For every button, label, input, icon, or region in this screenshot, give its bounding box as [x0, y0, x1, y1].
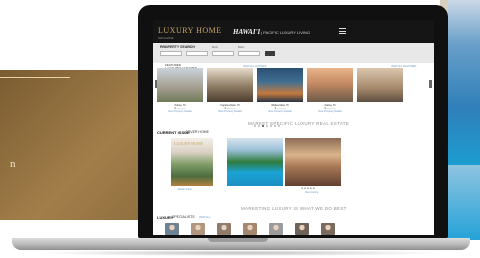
carousel-next-arrow[interactable] [429, 80, 432, 88]
background-gold-line [0, 77, 70, 78]
property-photo [207, 68, 253, 102]
site-header: LUXURY HOME MAGAZINE HAWAI'I | PACIFIC L… [153, 20, 434, 43]
market-headline: MARKET SPECIFIC LUXURY REAL ESTATE [248, 121, 350, 126]
search-field-label: Location [160, 46, 170, 49]
card-details-link[interactable]: View Property Details [307, 110, 353, 113]
magazine-cover[interactable]: LUXURY HOME [171, 138, 213, 186]
location-field[interactable] [160, 51, 182, 56]
featured-card[interactable]: Kailua, HI $ —,—,— View Property Details [157, 68, 203, 113]
site-logo-subtitle: MAGAZINE [158, 36, 174, 40]
specialist-avatar[interactable] [269, 223, 283, 235]
specialist-avatar[interactable] [321, 223, 335, 235]
view-all-specialists-link[interactable]: VIEW ALL [199, 216, 210, 219]
laptop-shadow [30, 250, 450, 256]
price-field[interactable] [186, 51, 208, 56]
specialist-avatar[interactable] [217, 223, 231, 235]
baths-field[interactable] [238, 51, 260, 56]
read-online-link[interactable]: Read Online [178, 188, 192, 191]
marketing-headline: MARKETING LUXURY IS WHAT WE DO BEST [241, 206, 347, 211]
featured-card[interactable]: Kapalua Maui, HI $ —,—,— View Property D… [207, 68, 253, 113]
cover-logo: LUXURY HOME [174, 141, 204, 146]
property-photo [157, 68, 203, 102]
specialist-avatar[interactable] [243, 223, 257, 235]
cover-home-pool-photo[interactable] [227, 138, 283, 186]
cover-home-interior-photo[interactable] [285, 138, 341, 186]
specialist-avatar[interactable] [165, 223, 179, 235]
property-photo [357, 68, 403, 102]
beds-field[interactable] [212, 51, 234, 56]
card-details-link[interactable]: View Property Details [157, 110, 203, 113]
site-logo[interactable]: LUXURY HOME [158, 26, 222, 35]
card-details-link[interactable]: View Property Details [257, 110, 303, 113]
property-search-bar: PROPERTY SEARCH Location Price Beds Bath… [153, 43, 434, 63]
specialist-avatar[interactable] [295, 223, 309, 235]
background-left-text: n [10, 158, 16, 170]
laptop-screen: LUXURY HOME MAGAZINE HAWAI'I | PACIFIC L… [153, 20, 434, 235]
property-photo [257, 68, 303, 102]
search-field-label: Price [186, 46, 192, 49]
edition-subtitle: | PACIFIC LUXURY LIVING [261, 30, 311, 35]
background-pool-water [444, 165, 480, 240]
view-listing-link[interactable]: View Listing [305, 191, 318, 194]
edition-title: HAWAI'I [233, 28, 261, 36]
hamburger-menu-icon[interactable] [339, 28, 346, 34]
specialists-label: LUXURY [157, 215, 174, 220]
search-button[interactable] [265, 51, 275, 56]
featured-card[interactable]: Kailua, HI $ —,—,— View Property Details [307, 68, 353, 113]
property-photo [307, 68, 353, 102]
search-field-label: Beds [212, 46, 218, 49]
featured-card[interactable] [357, 68, 403, 102]
rating-stars: ★ ★ ★ ★ ★ [301, 187, 315, 190]
search-field-label: Baths [238, 46, 245, 49]
card-details-link[interactable]: View Property Details [207, 110, 253, 113]
cover-home-title: COVER HOME [185, 130, 209, 134]
specialists-title: SPECIALISTS [172, 215, 195, 219]
specialist-avatar[interactable] [191, 223, 205, 235]
laptop-notch [208, 238, 268, 242]
featured-card[interactable]: Wailea Maui, HI $ —,—,— View Property De… [257, 68, 303, 113]
